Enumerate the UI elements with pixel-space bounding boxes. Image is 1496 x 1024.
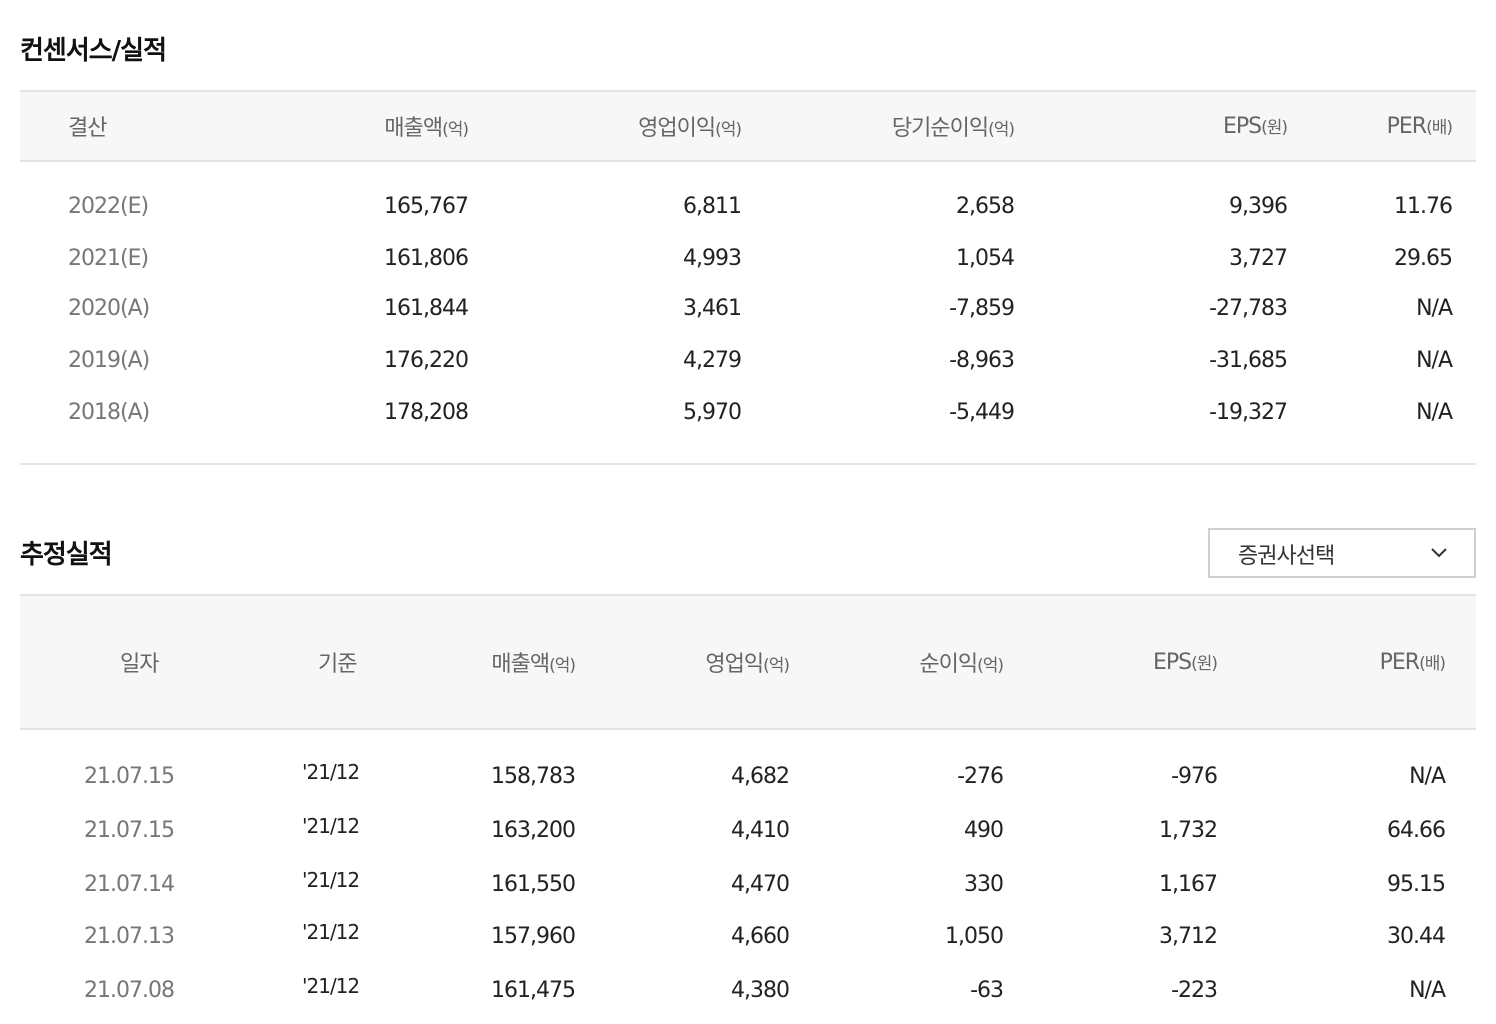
table-cell: N/A [1416,400,1453,425]
table-cell: 1,732 [1159,818,1218,843]
table-row-label: 21.07.15 [84,818,175,843]
table-cell: 95.15 [1387,872,1446,897]
header-date: 일자 [120,652,159,677]
table-cell: 3,461 [683,296,742,321]
consensus-title: 컨센서스/실적 [20,36,167,66]
broker-select[interactable]: 증권사선택 [1208,528,1476,578]
table-cell: N/A [1409,978,1446,1003]
table-cell: 161,806 [384,246,469,271]
consensus-table: 결산 매출액(억) 영업이익(억) 당기순이익(억) EPS(원) PER(배)… [20,90,1476,470]
table-cell: '21/12 [302,760,360,784]
table-cell: 1,167 [1159,872,1218,897]
table-cell: -19,327 [1209,400,1288,425]
header-net-income: 당기순이익(억) [891,116,1015,141]
table-row-label: 2021(E) [68,246,149,271]
table-cell: -7,859 [949,296,1015,321]
table-cell: '21/12 [302,974,360,998]
header-net-income: 순이익(억) [919,652,1004,677]
table-cell: N/A [1416,296,1453,321]
table-row-label: 2020(A) [68,296,150,321]
table-cell: 2,658 [956,194,1015,219]
table-cell: -223 [1171,978,1218,1003]
table-cell: 163,200 [491,818,576,843]
table-cell: -31,685 [1209,348,1288,373]
table-cell: 330 [964,872,1004,897]
table-cell: -63 [970,978,1004,1003]
table-cell: 161,550 [491,872,576,897]
estimates-table-header: 일자 기준 매출액(억) 영업익(억) 순이익(억) EPS(원) PER(배) [20,594,1476,730]
table-cell: 4,279 [683,348,742,373]
table-cell: 165,767 [384,194,469,219]
table-cell: 5,970 [683,400,742,425]
table-cell: 4,380 [731,978,790,1003]
header-eps: EPS(원) [1152,650,1218,675]
table-cell: N/A [1416,348,1453,373]
table-cell: 3,727 [1229,246,1288,271]
broker-select-label: 증권사선택 [1238,544,1335,569]
table-cell: 6,811 [683,194,742,219]
table-cell: 4,660 [731,924,790,949]
divider [20,463,1476,465]
table-row-label: 2022(E) [68,194,149,219]
table-cell: -5,449 [949,400,1015,425]
header-basis: 기준 [318,652,357,677]
estimates-table: 일자 기준 매출액(억) 영업익(억) 순이익(억) EPS(원) PER(배)… [20,594,1476,1024]
header-operating-profit: 영업이익(억) [638,116,742,141]
table-row-label: 21.07.14 [84,872,175,897]
table-row-label: 2019(A) [68,348,150,373]
chevron-down-icon [1431,548,1447,558]
table-cell: 161,475 [491,978,576,1003]
table-cell: 11.76 [1394,194,1453,219]
header-per: PER(배) [1379,650,1446,675]
consensus-table-header: 결산 매출액(억) 영업이익(억) 당기순이익(억) EPS(원) PER(배) [20,90,1476,162]
table-cell: 4,682 [731,764,790,789]
table-cell: 9,396 [1229,194,1288,219]
header-operating-profit: 영업익(억) [705,652,790,677]
table-cell: -276 [957,764,1004,789]
table-cell: 64.66 [1387,818,1446,843]
header-revenue: 매출액(억) [491,652,576,677]
table-cell: 490 [964,818,1004,843]
table-cell: N/A [1409,764,1446,789]
header-period: 결산 [68,116,107,141]
table-cell: 4,470 [731,872,790,897]
table-cell: 4,993 [683,246,742,271]
table-cell: '21/12 [302,814,360,838]
header-eps: EPS(원) [1222,114,1288,139]
table-cell: 1,050 [945,924,1004,949]
table-row-label: 21.07.08 [84,978,175,1003]
header-revenue: 매출액(억) [384,116,469,141]
header-per: PER(배) [1386,114,1453,139]
table-cell: '21/12 [302,920,360,944]
table-row-label: 21.07.13 [84,924,175,949]
table-cell: -976 [1171,764,1218,789]
table-cell: 1,054 [956,246,1015,271]
table-cell: 161,844 [384,296,469,321]
table-cell: 29.65 [1394,246,1453,271]
table-cell: 157,960 [491,924,576,949]
table-row-label: 2018(A) [68,400,150,425]
table-cell: 158,783 [491,764,576,789]
table-cell: 30.44 [1387,924,1446,949]
table-cell: 4,410 [731,818,790,843]
table-row-label: 21.07.15 [84,764,175,789]
table-cell: 3,712 [1159,924,1218,949]
table-cell: -27,783 [1209,296,1288,321]
table-cell: 178,208 [384,400,469,425]
estimates-title: 추정실적 [20,540,113,570]
table-cell: '21/12 [302,868,360,892]
table-cell: -8,963 [949,348,1015,373]
table-cell: 176,220 [384,348,469,373]
